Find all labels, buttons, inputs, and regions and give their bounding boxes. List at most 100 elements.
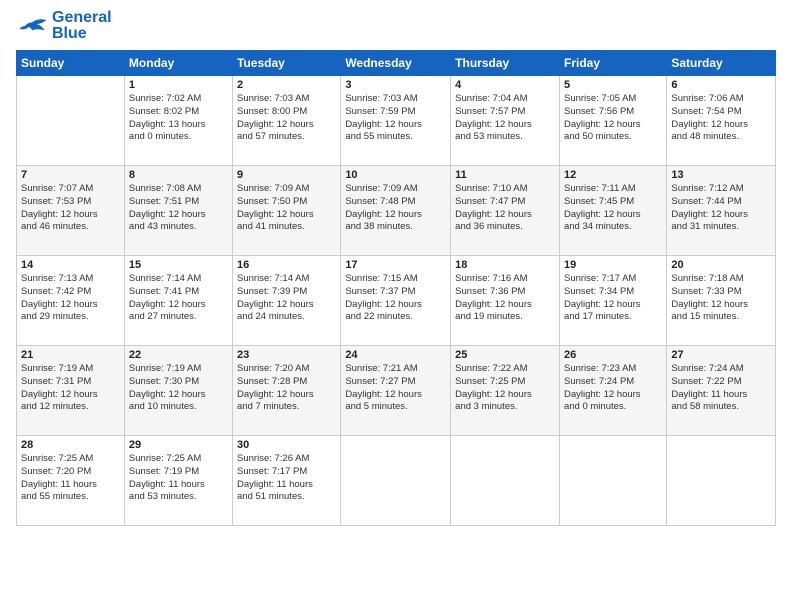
day-number: 9: [237, 169, 336, 181]
day-number: 22: [129, 349, 228, 361]
day-number: 6: [671, 79, 771, 91]
day-number: 15: [129, 259, 228, 271]
day-info: Sunrise: 7:25 AM Sunset: 7:20 PM Dayligh…: [21, 453, 120, 504]
calendar-cell: 28Sunrise: 7:25 AM Sunset: 7:20 PM Dayli…: [17, 436, 125, 526]
day-number: 3: [345, 79, 446, 91]
day-info: Sunrise: 7:19 AM Sunset: 7:30 PM Dayligh…: [129, 363, 228, 414]
calendar-cell: 1 Sunrise: 7:02 AM Sunset: 8:02 PM Daylig…: [124, 76, 232, 166]
day-number: 29: [129, 439, 228, 451]
calendar-cell: [451, 436, 560, 526]
calendar-cell: 16 Sunrise: 7:14 AM Sunset: 7:39 PM Dayli…: [233, 256, 341, 346]
calendar-cell: 14 Sunrise: 7:13 AM Sunset: 7:42 PM Dayli…: [17, 256, 125, 346]
day-number: 23: [237, 349, 336, 361]
calendar-cell: 3 Sunrise: 7:03 AM Sunset: 7:59 PM Daylig…: [341, 76, 451, 166]
day-info: Sunrise: 7:14 AM Sunset: 7:39 PM Dayligh…: [237, 273, 336, 324]
calendar-cell: [17, 76, 125, 166]
day-info: Sunrise: 7:13 AM Sunset: 7:42 PM Dayligh…: [21, 273, 120, 324]
day-number: 7: [21, 169, 120, 181]
header-day-sunday: Sunday: [17, 51, 125, 76]
day-info: Sunrise: 7:24 AM Sunset: 7:22 PM Dayligh…: [671, 363, 771, 414]
calendar-cell: 13 Sunrise: 7:12 AM Sunset: 7:44 PM Dayli…: [667, 166, 776, 256]
calendar-week-row: 7 Sunrise: 7:07 AM Sunset: 7:53 PM Daylig…: [17, 166, 776, 256]
day-info: Sunrise: 7:03 AM Sunset: 7:59 PM Dayligh…: [345, 93, 446, 144]
day-info: Sunrise: 7:09 AM Sunset: 7:50 PM Dayligh…: [237, 183, 336, 234]
day-number: 20: [671, 259, 771, 271]
day-number: 13: [671, 169, 771, 181]
header-day-saturday: Saturday: [667, 51, 776, 76]
day-info: Sunrise: 7:04 AM Sunset: 7:57 PM Dayligh…: [455, 93, 555, 144]
calendar-cell: 19 Sunrise: 7:17 AM Sunset: 7:34 PM Dayli…: [559, 256, 666, 346]
calendar-cell: 9 Sunrise: 7:09 AM Sunset: 7:50 PM Daylig…: [233, 166, 341, 256]
day-number: 25: [455, 349, 555, 361]
header-day-wednesday: Wednesday: [341, 51, 451, 76]
calendar-cell: 18 Sunrise: 7:16 AM Sunset: 7:36 PM Dayli…: [451, 256, 560, 346]
day-number: 4: [455, 79, 555, 91]
day-info: Sunrise: 7:19 AM Sunset: 7:31 PM Dayligh…: [21, 363, 120, 414]
logo-icon: [16, 16, 48, 36]
day-number: 11: [455, 169, 555, 181]
calendar-cell: 5 Sunrise: 7:05 AM Sunset: 7:56 PM Daylig…: [559, 76, 666, 166]
day-number: 30: [237, 439, 336, 451]
calendar-header-row: SundayMondayTuesdayWednesdayThursdayFrid…: [17, 51, 776, 76]
calendar-cell: 2 Sunrise: 7:03 AM Sunset: 8:00 PM Daylig…: [233, 76, 341, 166]
header-day-thursday: Thursday: [451, 51, 560, 76]
day-info: Sunrise: 7:08 AM Sunset: 7:51 PM Dayligh…: [129, 183, 228, 234]
calendar-week-row: 14 Sunrise: 7:13 AM Sunset: 7:42 PM Dayli…: [17, 256, 776, 346]
day-info: Sunrise: 7:12 AM Sunset: 7:44 PM Dayligh…: [671, 183, 771, 234]
day-info: Sunrise: 7:03 AM Sunset: 8:00 PM Dayligh…: [237, 93, 336, 144]
day-number: 14: [21, 259, 120, 271]
calendar-cell: 27 Sunrise: 7:24 AM Sunset: 7:22 PM Dayli…: [667, 346, 776, 436]
day-info: Sunrise: 7:07 AM Sunset: 7:53 PM Dayligh…: [21, 183, 120, 234]
day-number: 24: [345, 349, 446, 361]
day-number: 19: [564, 259, 662, 271]
calendar-cell: 15 Sunrise: 7:14 AM Sunset: 7:41 PM Dayli…: [124, 256, 232, 346]
calendar-cell: 24Sunrise: 7:21 AM Sunset: 7:27 PM Dayli…: [341, 346, 451, 436]
calendar-cell: 26 Sunrise: 7:23 AM Sunset: 7:24 PM Dayli…: [559, 346, 666, 436]
day-info: Sunrise: 7:10 AM Sunset: 7:47 PM Dayligh…: [455, 183, 555, 234]
day-info: Sunrise: 7:09 AM Sunset: 7:48 PM Dayligh…: [345, 183, 446, 234]
day-info: Sunrise: 7:23 AM Sunset: 7:24 PM Dayligh…: [564, 363, 662, 414]
calendar-week-row: 28Sunrise: 7:25 AM Sunset: 7:20 PM Dayli…: [17, 436, 776, 526]
day-number: 27: [671, 349, 771, 361]
day-info: Sunrise: 7:22 AM Sunset: 7:25 PM Dayligh…: [455, 363, 555, 414]
day-info: Sunrise: 7:18 AM Sunset: 7:33 PM Dayligh…: [671, 273, 771, 324]
day-info: Sunrise: 7:06 AM Sunset: 7:54 PM Dayligh…: [671, 93, 771, 144]
day-info: Sunrise: 7:11 AM Sunset: 7:45 PM Dayligh…: [564, 183, 662, 234]
day-info: Sunrise: 7:15 AM Sunset: 7:37 PM Dayligh…: [345, 273, 446, 324]
day-info: Sunrise: 7:20 AM Sunset: 7:28 PM Dayligh…: [237, 363, 336, 414]
calendar-cell: 17 Sunrise: 7:15 AM Sunset: 7:37 PM Dayli…: [341, 256, 451, 346]
logo-text-line1: General: [52, 10, 112, 26]
day-number: 12: [564, 169, 662, 181]
day-number: 18: [455, 259, 555, 271]
day-number: 16: [237, 259, 336, 271]
day-number: 5: [564, 79, 662, 91]
calendar-cell: 6 Sunrise: 7:06 AM Sunset: 7:54 PM Daylig…: [667, 76, 776, 166]
calendar-cell: 7 Sunrise: 7:07 AM Sunset: 7:53 PM Daylig…: [17, 166, 125, 256]
day-number: 17: [345, 259, 446, 271]
calendar-week-row: 21 Sunrise: 7:19 AM Sunset: 7:31 PM Dayli…: [17, 346, 776, 436]
calendar-cell: 4 Sunrise: 7:04 AM Sunset: 7:57 PM Daylig…: [451, 76, 560, 166]
day-info: Sunrise: 7:05 AM Sunset: 7:56 PM Dayligh…: [564, 93, 662, 144]
day-number: 21: [21, 349, 120, 361]
calendar-cell: 25 Sunrise: 7:22 AM Sunset: 7:25 PM Dayli…: [451, 346, 560, 436]
calendar-cell: [559, 436, 666, 526]
day-number: 1: [129, 79, 228, 91]
day-info: Sunrise: 7:16 AM Sunset: 7:36 PM Dayligh…: [455, 273, 555, 324]
calendar-cell: 21 Sunrise: 7:19 AM Sunset: 7:31 PM Dayli…: [17, 346, 125, 436]
calendar-cell: 8Sunrise: 7:08 AM Sunset: 7:51 PM Daylig…: [124, 166, 232, 256]
logo: General Blue: [16, 10, 112, 42]
header-day-tuesday: Tuesday: [233, 51, 341, 76]
day-info: Sunrise: 7:02 AM Sunset: 8:02 PM Dayligh…: [129, 93, 228, 144]
day-info: Sunrise: 7:17 AM Sunset: 7:34 PM Dayligh…: [564, 273, 662, 324]
day-number: 2: [237, 79, 336, 91]
calendar-cell: [341, 436, 451, 526]
calendar-cell: [667, 436, 776, 526]
calendar-cell: 12 Sunrise: 7:11 AM Sunset: 7:45 PM Dayli…: [559, 166, 666, 256]
calendar-table: SundayMondayTuesdayWednesdayThursdayFrid…: [16, 50, 776, 526]
calendar-cell: 11 Sunrise: 7:10 AM Sunset: 7:47 PM Dayli…: [451, 166, 560, 256]
day-number: 10: [345, 169, 446, 181]
day-info: Sunrise: 7:14 AM Sunset: 7:41 PM Dayligh…: [129, 273, 228, 324]
calendar-cell: 20 Sunrise: 7:18 AM Sunset: 7:33 PM Dayli…: [667, 256, 776, 346]
calendar-cell: 30Sunrise: 7:26 AM Sunset: 7:17 PM Dayli…: [233, 436, 341, 526]
day-number: 26: [564, 349, 662, 361]
